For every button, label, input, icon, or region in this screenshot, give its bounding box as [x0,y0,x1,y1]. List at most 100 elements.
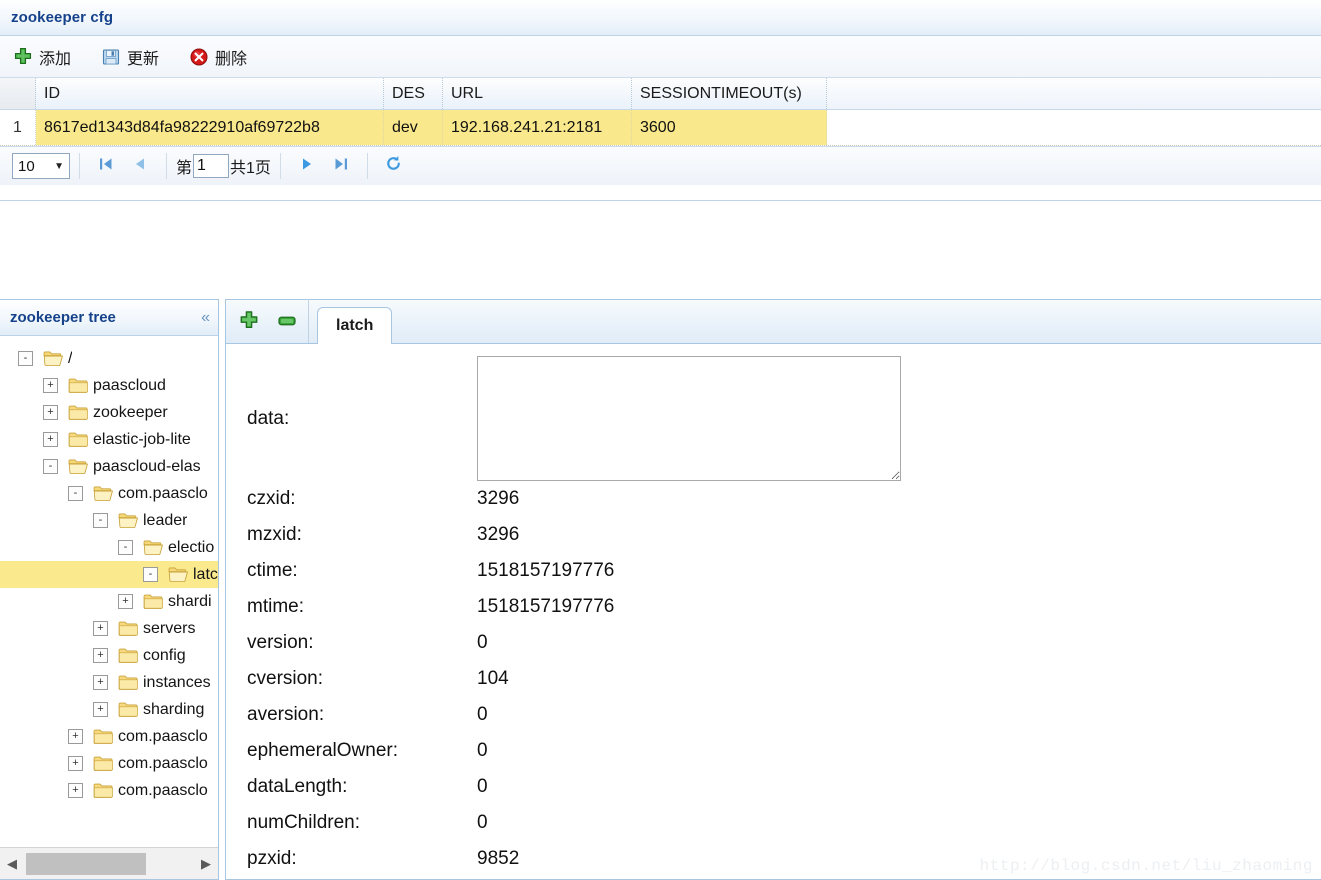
scroll-track[interactable] [24,848,194,880]
update-button-label: 更新 [127,50,160,68]
tree-node-com-paasclo[interactable]: + com.paasclo [0,723,218,750]
tree-node-label: electio [168,538,215,556]
tree-expand-icon[interactable]: + [68,756,83,771]
tab-bar: latch [226,299,1321,344]
next-page-icon [298,155,316,178]
page-title: zookeeper cfg [11,9,114,26]
tree-node--[interactable]: - / [0,345,218,372]
delete-button[interactable]: 删除 [186,43,250,71]
pager-toolbar: 10 ▼ 第 共1页 [0,146,1321,185]
tree-collapse-icon[interactable]: - [143,567,158,582]
field-row-data: data: [247,356,1321,481]
tree-expand-icon[interactable]: + [93,702,108,717]
bottom-section: zookeeper tree « - / + paascloud + zookeeper +… [0,299,1321,880]
folder-icon [118,620,139,637]
folder-icon [68,377,89,394]
field-label-cversion: cversion: [247,668,324,689]
cell-url[interactable]: 192.168.241.21:2181 [443,110,632,145]
last-page-button[interactable] [324,153,358,179]
tree-collapse-icon[interactable]: - [43,459,58,474]
tree-node-paascloud-elas[interactable]: - paascloud-elas [0,453,218,480]
prev-page-button[interactable] [123,153,157,179]
tree-collapse-icon[interactable]: - [118,540,133,555]
cell-id[interactable]: 8617ed1343d84fa98222910af69722b8 [36,110,384,145]
folder-icon [93,782,114,799]
tree-node-com-paasclo[interactable]: + com.paasclo [0,750,218,777]
folder-icon [118,674,139,691]
tree-node-config[interactable]: + config [0,642,218,669]
zookeeper-cfg-panel: zookeeper cfg 添加 更新 删除 ID DES URL SESSIO… [0,0,1321,201]
scroll-left-icon[interactable]: ◀ [0,848,24,880]
page-size-value: 10 [18,157,35,175]
remove-node-icon[interactable] [276,310,298,332]
tree-node-label: latc [193,565,218,583]
tree-node-label: com.paasclo [118,754,208,772]
tree-node-label: shardi [168,592,212,610]
tree-node-shardi[interactable]: + shardi [0,588,218,615]
tree-horizontal-scrollbar[interactable]: ◀ ▶ [0,847,218,879]
folder-icon [93,728,114,745]
scroll-thumb[interactable] [26,852,146,875]
tab-latch[interactable]: latch [317,307,393,344]
tree-node-servers[interactable]: + servers [0,615,218,642]
grid-header-url[interactable]: URL [443,78,632,109]
grid-header-des[interactable]: DES [384,78,443,109]
tree-expand-icon[interactable]: + [118,594,133,609]
field-row-cversion: cversion: 104 [247,661,1321,697]
tree-expand-icon[interactable]: + [68,783,83,798]
tree-expand-icon[interactable]: + [93,675,108,690]
folder-icon [118,512,139,529]
tree-node-zookeeper[interactable]: + zookeeper [0,399,218,426]
page-size-select[interactable]: 10 ▼ [12,153,70,179]
tree-expand-icon[interactable]: + [43,405,58,420]
field-value-aversion: 0 [477,704,488,725]
row-number: 1 [0,110,36,145]
tree-body[interactable]: - / + paascloud + zookeeper + elastic-job-lite -… [0,336,218,847]
tree-node-elastic-job-lite[interactable]: + elastic-job-lite [0,426,218,453]
field-value-mtime: 1518157197776 [477,596,615,617]
tree-node-electio[interactable]: - electio [0,534,218,561]
tree-collapse-icon[interactable]: - [18,351,33,366]
tree-node-paascloud[interactable]: + paascloud [0,372,218,399]
collapse-panel-icon[interactable]: « [201,309,210,326]
tree-expand-icon[interactable]: + [68,729,83,744]
tree-node-com-paasclo[interactable]: - com.paasclo [0,480,218,507]
refresh-icon [384,154,403,178]
tree-expand-icon[interactable]: + [43,378,58,393]
field-label-data: data: [247,408,290,429]
scroll-right-icon[interactable]: ▶ [194,848,218,880]
add-button[interactable]: 添加 [10,43,74,71]
field-row-czxid: czxid: 3296 [247,481,1321,517]
field-value-version: 0 [477,632,488,653]
tree-expand-icon[interactable]: + [93,621,108,636]
chevron-down-icon: ▼ [54,160,64,172]
refresh-button[interactable] [377,153,411,179]
tree-expand-icon[interactable]: + [43,432,58,447]
field-value-numchildren: 0 [477,812,488,833]
tree-expand-icon[interactable]: + [93,648,108,663]
tree-node-instances[interactable]: + instances [0,669,218,696]
cell-des[interactable]: dev [384,110,443,145]
field-value-ctime: 1518157197776 [477,560,615,581]
field-value-ephemeralowner: 0 [477,740,488,761]
update-button[interactable]: 更新 [98,43,162,71]
next-page-button[interactable] [290,153,324,179]
tree-collapse-icon[interactable]: - [93,513,108,528]
first-page-button[interactable] [89,153,123,179]
tree-node-com-paasclo[interactable]: + com.paasclo [0,777,218,804]
add-node-icon[interactable] [238,310,260,332]
grid-header-sessiontimeout[interactable]: SESSIONTIMEOUT(s) [632,78,827,109]
tree-collapse-icon[interactable]: - [68,486,83,501]
cell-sessiontimeout[interactable]: 3600 [632,110,827,145]
grid-header-id[interactable]: ID [36,78,384,109]
tree-node-sharding[interactable]: + sharding [0,696,218,723]
grid-header-rownum[interactable] [0,78,36,109]
tree-node-latc[interactable]: - latc [0,561,218,588]
tree-node-leader[interactable]: - leader [0,507,218,534]
data-textarea[interactable] [477,356,901,481]
page-number-input[interactable] [193,154,230,178]
table-row[interactable]: 1 8617ed1343d84fa98222910af69722b8 dev 1… [0,110,1321,146]
field-row-mzxid: mzxid: 3296 [247,517,1321,553]
divider [279,153,281,179]
cfg-panel-titlebar: zookeeper cfg [0,0,1321,36]
